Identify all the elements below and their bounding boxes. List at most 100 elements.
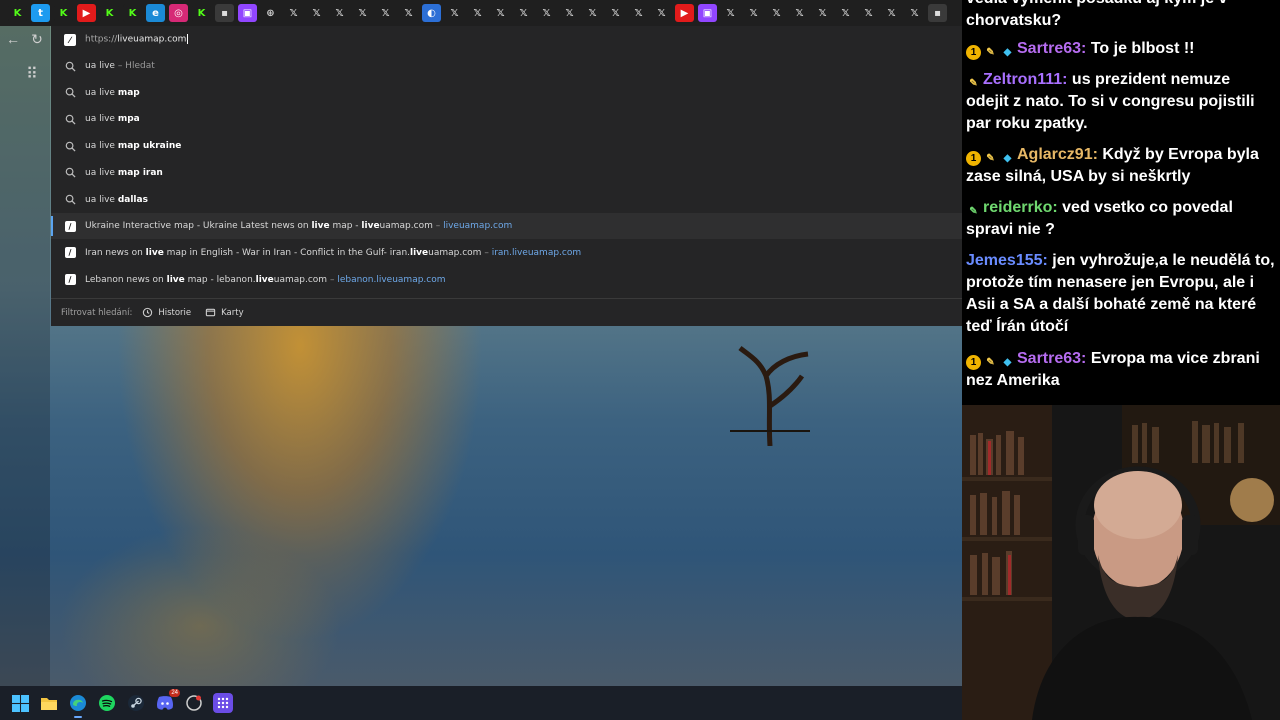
filter-history-chip[interactable]: Historie: [142, 307, 191, 318]
suggestion-text: ua live mpa: [85, 114, 140, 125]
back-icon[interactable]: ←: [2, 28, 24, 50]
tab-youtube-icon[interactable]: ▶: [675, 4, 694, 22]
chat-message: ✎ Zeltron111: us prezident nemuze odejit …: [966, 69, 1276, 135]
site-suggestion[interactable]: ∕ Lebanon news on live map - lebanon.live…: [51, 267, 962, 293]
tab-youtube-icon[interactable]: ▶: [77, 4, 96, 22]
tab-x-icon[interactable]: 𝕏: [307, 4, 326, 22]
discord-icon[interactable]: 24: [155, 689, 180, 713]
file-explorer-icon[interactable]: [39, 693, 59, 713]
tab-x-icon[interactable]: 𝕏: [468, 4, 487, 22]
suggestion-url: liveuamap.com: [443, 221, 513, 232]
suggestion-text: ua live map iran: [85, 167, 163, 178]
apps-grid-icon[interactable]: ⠿: [21, 64, 43, 86]
tab-k-icon[interactable]: K: [8, 4, 27, 22]
spotify-icon[interactable]: [97, 693, 117, 713]
address-input[interactable]: https://liveuamap.com: [85, 34, 189, 45]
webcam-image: [962, 405, 1280, 720]
tab-x-icon[interactable]: 𝕏: [905, 4, 924, 22]
sub-badge-icon: 1: [966, 45, 981, 60]
tab-edge-icon[interactable]: e: [146, 4, 165, 22]
tab-generic-icon[interactable]: ▪: [928, 4, 947, 22]
tab-x-icon[interactable]: 𝕏: [790, 4, 809, 22]
side-strip: ← ↻ ⠿: [0, 26, 50, 686]
filter-label: Filtrovat hledání:: [61, 307, 133, 318]
chat-username[interactable]: Aglarcz91:: [1017, 146, 1098, 163]
windows-start-icon[interactable]: [10, 693, 30, 713]
chat-message: 1 ✎ ◆ Sartre63: To je blbost !!: [966, 38, 1276, 60]
tab-k-icon[interactable]: K: [192, 4, 211, 22]
app-grid-icon[interactable]: [213, 693, 233, 713]
search-icon: [64, 113, 76, 125]
tab-globe-icon[interactable]: ⊕: [261, 4, 280, 22]
tab-twitch-icon[interactable]: ▣: [238, 4, 257, 22]
search-suggestion[interactable]: ua live map: [51, 80, 962, 106]
filter-tabs-label: Karty: [221, 307, 244, 318]
tabs-icon: [205, 308, 216, 317]
suggestion-url: iran.liveuamap.com: [491, 247, 582, 258]
tab-x-icon[interactable]: 𝕏: [445, 4, 464, 22]
chat-username[interactable]: Zeltron111:: [983, 71, 1067, 88]
chat-username[interactable]: Sartre63:: [1017, 40, 1086, 57]
tab-kick-icon[interactable]: K: [123, 4, 142, 22]
stream-chat: vedia vymenit posadku aj kym je v chorva…: [962, 0, 1280, 405]
tab-x-icon[interactable]: 𝕏: [859, 4, 878, 22]
chat-message: Jemes155: jen vyhrožuje,a le neudělá to,…: [966, 250, 1276, 338]
tab-x-icon[interactable]: 𝕏: [767, 4, 786, 22]
tab-k-icon[interactable]: K: [54, 4, 73, 22]
tab-x-icon[interactable]: 𝕏: [376, 4, 395, 22]
tab-x-icon[interactable]: 𝕏: [491, 4, 510, 22]
tab-x-icon[interactable]: 𝕏: [629, 4, 648, 22]
tab-x-icon[interactable]: 𝕏: [606, 4, 625, 22]
tab-twitter-icon[interactable]: t: [31, 4, 50, 22]
tab-generic-icon[interactable]: ▪: [215, 4, 234, 22]
tab-x-icon[interactable]: 𝕏: [721, 4, 740, 22]
tab-x-icon[interactable]: 𝕏: [284, 4, 303, 22]
search-suggestion[interactable]: ua live map iran: [51, 160, 962, 186]
suggestion-text: Lebanon news on live map - lebanon.liveu…: [85, 274, 446, 285]
chat-message: 1 ✎ ◆ Sartre63: Evropa ma vice zbrani nez A…: [966, 348, 1276, 392]
tab-x-icon[interactable]: 𝕏: [353, 4, 372, 22]
tab-x-icon[interactable]: 𝕏: [836, 4, 855, 22]
refresh-icon[interactable]: ↻: [26, 28, 48, 50]
site-suggestion[interactable]: ∕ Iran news on live map in English - War …: [51, 240, 962, 266]
steam-icon[interactable]: [126, 693, 146, 713]
sub-badge-icon: 1: [966, 151, 981, 166]
taskbar: 24: [0, 686, 962, 720]
search-suggestion[interactable]: ua live – Hledat: [51, 53, 962, 79]
tab-k-icon[interactable]: K: [100, 4, 119, 22]
search-suggestion[interactable]: ua live dallas: [51, 187, 962, 213]
search-icon: [64, 140, 76, 152]
tab-x-icon[interactable]: 𝕏: [537, 4, 556, 22]
tab-x-icon[interactable]: 𝕏: [583, 4, 602, 22]
app-icon[interactable]: [184, 693, 204, 713]
edge-icon[interactable]: [68, 693, 88, 718]
tab-news-icon[interactable]: ◐: [422, 4, 441, 22]
search-suggestion[interactable]: ua live map ukraine: [51, 133, 962, 159]
chat-username[interactable]: Sartre63:: [1017, 350, 1086, 367]
tab-instagram-icon[interactable]: ◎: [169, 4, 188, 22]
site-favicon: ∕: [64, 274, 76, 286]
tab-twitch-icon[interactable]: ▣: [698, 4, 717, 22]
site-suggestion[interactable]: ∕ Ukraine Interactive map - Ukraine Lates…: [51, 213, 962, 240]
tab-x-icon[interactable]: 𝕏: [560, 4, 579, 22]
chat-message: ✎ reiderrko: ved vsetko co povedal spravi…: [966, 197, 1276, 241]
tab-x-icon[interactable]: 𝕏: [514, 4, 533, 22]
bits-badge-icon: ✎: [986, 153, 995, 164]
tab-x-icon[interactable]: 𝕏: [399, 4, 418, 22]
tab-x-icon[interactable]: 𝕏: [652, 4, 671, 22]
tab-x-icon[interactable]: 𝕏: [813, 4, 832, 22]
tab-x-icon[interactable]: 𝕏: [330, 4, 349, 22]
suggestion-text: Ukraine Interactive map - Ukraine Latest…: [85, 221, 513, 232]
discord-badge: 24: [169, 689, 180, 697]
address-bar[interactable]: ∕ https://liveuamap.com: [51, 26, 962, 53]
filter-bar: Filtrovat hledání: Historie Karty: [51, 298, 962, 326]
tab-x-icon[interactable]: 𝕏: [882, 4, 901, 22]
chat-text: To je blbost !!: [1086, 40, 1195, 57]
chat-username[interactable]: Jemes155:: [966, 252, 1048, 269]
filter-history-label: Historie: [158, 307, 192, 318]
chat-username[interactable]: reiderrko:: [983, 199, 1058, 216]
search-suggestion[interactable]: ua live mpa: [51, 106, 962, 132]
suggestion-text: Iran news on live map in English - War i…: [85, 247, 582, 258]
tab-x-icon[interactable]: 𝕏: [744, 4, 763, 22]
filter-tabs-chip[interactable]: Karty: [205, 307, 244, 318]
